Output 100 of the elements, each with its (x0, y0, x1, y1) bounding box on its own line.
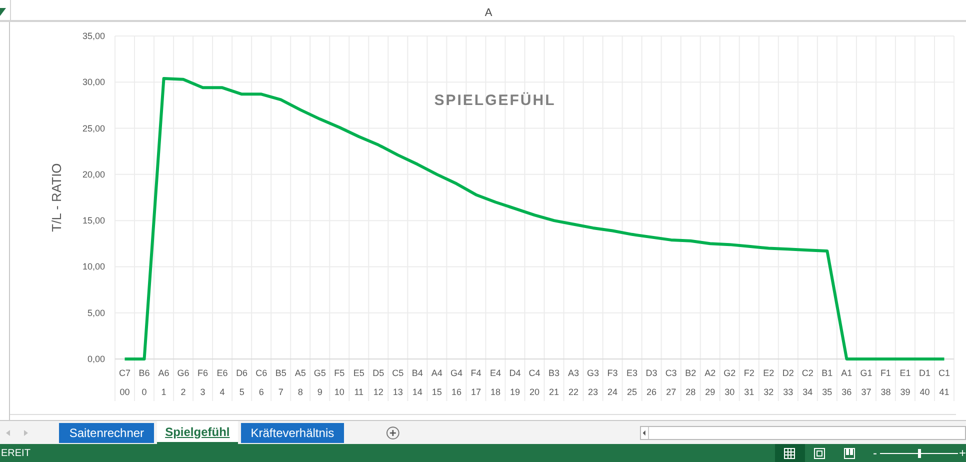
horizontal-scrollbar[interactable] (640, 426, 966, 440)
x-category-label: 20 (530, 387, 540, 397)
x-category-label: 3 (200, 387, 206, 397)
x-category-label: C4 (528, 368, 540, 378)
x-category-label: G5 (314, 368, 326, 378)
x-category-label: E3 (626, 368, 638, 378)
scroll-left-icon[interactable] (640, 426, 649, 438)
x-category-label: 35 (822, 387, 832, 397)
x-category-label: 18 (490, 387, 500, 397)
x-category-label: E6 (216, 368, 228, 378)
column-header[interactable]: A (10, 0, 966, 20)
sheet-tab[interactable]: Kräfteverhältnis (240, 423, 344, 443)
sheet-tab[interactable]: Spielgefühl (157, 421, 238, 444)
y-tick-label: 20,00 (82, 169, 105, 180)
x-category-label: 22 (568, 387, 579, 397)
x-category-label: F6 (198, 368, 208, 378)
x-category-label: G4 (450, 368, 462, 378)
x-category-label: 19 (510, 387, 520, 397)
x-category-label: 15 (432, 387, 442, 397)
x-category-label: A4 (431, 368, 442, 378)
x-category-label: 41 (939, 387, 950, 397)
x-category-label: 38 (880, 387, 891, 397)
grid-icon (784, 448, 796, 458)
x-category-label: 23 (588, 387, 598, 397)
x-category-label: 21 (549, 387, 560, 397)
x-category-label: 6 (258, 387, 264, 397)
x-category-label: B2 (685, 368, 696, 378)
add-sheet-icon[interactable] (386, 426, 400, 440)
x-category-label: A2 (704, 368, 716, 378)
x-category-label: 9 (317, 387, 322, 397)
x-category-label: E2 (763, 368, 774, 378)
x-category-label: 29 (705, 387, 716, 397)
x-category-label: E1 (900, 368, 911, 378)
x-category-label: B3 (548, 368, 560, 378)
page-break-icon (844, 448, 856, 458)
x-category-label: B1 (822, 368, 833, 378)
x-category-label: 36 (842, 387, 852, 397)
zoom-slider[interactable] (880, 448, 958, 458)
x-category-label: F3 (607, 368, 618, 378)
x-category-label: D4 (509, 368, 521, 378)
x-category-label: 33 (783, 387, 794, 397)
x-category-label: 39 (900, 387, 910, 397)
x-category-label: 24 (608, 387, 618, 397)
x-category-label: 4 (220, 387, 225, 397)
x-category-label: C1 (938, 368, 950, 378)
x-category-label: 31 (744, 387, 754, 397)
y-tick-label: 35,00 (82, 31, 105, 41)
page-icon (814, 448, 826, 458)
slider-thumb[interactable] (918, 448, 921, 458)
x-category-label: B6 (138, 368, 150, 378)
x-category-label: B4 (412, 368, 423, 378)
x-category-label: F4 (470, 368, 482, 378)
x-category-label: G6 (177, 368, 190, 378)
status-text: EREIT (0, 446, 30, 460)
x-category-label: C6 (256, 368, 268, 378)
x-category-label: 1 (161, 387, 166, 397)
x-category-label: B5 (275, 368, 286, 378)
x-category-label: A6 (158, 368, 170, 378)
y-tick-label: 5,00 (87, 308, 105, 318)
x-category-label: A5 (294, 368, 306, 378)
zoom-out-button[interactable]: - (872, 447, 877, 459)
x-category-label: G3 (587, 368, 600, 378)
corner-triangle-icon (0, 8, 6, 16)
x-category-label: D6 (236, 368, 248, 378)
y-tick-label: 0,00 (87, 354, 105, 364)
x-category-label: E5 (353, 368, 364, 378)
x-category-label: 26 (646, 387, 657, 397)
x-category-label: 0 (142, 387, 147, 397)
zoom-in-button[interactable]: + (958, 447, 966, 459)
y-tick-label: 10,00 (82, 262, 105, 272)
x-category-label: 7 (278, 387, 284, 397)
x-category-label: C2 (802, 368, 814, 378)
x-category-label: F2 (744, 368, 754, 378)
x-category-label: 13 (392, 387, 403, 397)
x-category-label: 8 (298, 387, 303, 397)
x-category-label: E4 (490, 368, 501, 378)
x-category-label: 34 (802, 387, 813, 397)
x-category-label: D3 (646, 368, 658, 378)
x-category-label: G1 (860, 368, 872, 378)
x-category-label: 2 (180, 387, 186, 397)
x-category-label: A1 (841, 368, 852, 378)
x-category-label: 12 (373, 387, 384, 397)
y-tick-label: 15,00 (82, 216, 105, 226)
view-button[interactable] (774, 444, 805, 462)
x-category-label: 40 (920, 387, 930, 397)
x-category-label: 5 (239, 387, 244, 397)
x-category-label: 25 (627, 387, 638, 397)
x-category-label: 30 (724, 387, 735, 397)
x-category-label: G2 (724, 368, 736, 378)
x-category-label: F5 (334, 368, 345, 378)
x-category-label: D2 (782, 368, 794, 378)
x-category-label: C3 (665, 368, 677, 378)
x-category-label: D1 (918, 368, 930, 378)
x-category-label: 37 (861, 387, 872, 397)
x-category-label: D5 (372, 368, 384, 378)
x-category-label: 14 (412, 387, 422, 397)
x-category-label: C7 (119, 368, 131, 378)
y-tick-label: 30,00 (82, 77, 105, 88)
y-axis-title: T/L - RATIO (49, 163, 64, 232)
sheet-tab[interactable]: Saitenrechner (59, 423, 154, 443)
